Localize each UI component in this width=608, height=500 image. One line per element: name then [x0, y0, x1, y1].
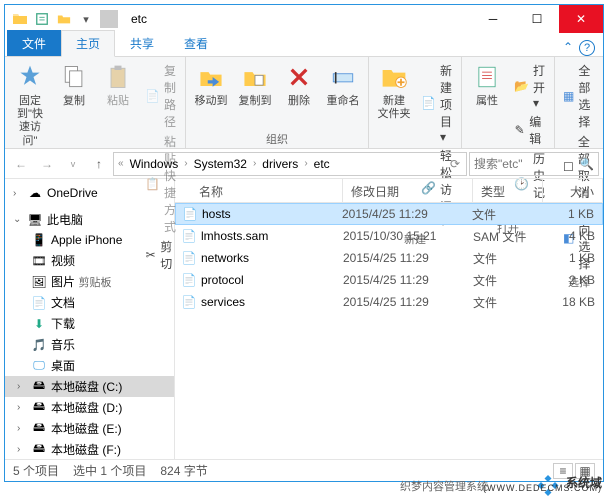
col-size[interactable]: 大小: [543, 179, 603, 202]
col-name[interactable]: 名称: [175, 179, 343, 202]
refresh-icon[interactable]: ⟳: [446, 157, 464, 171]
sidebar-item[interactable]: 📄文档: [5, 292, 174, 313]
file-size: 1 KB: [543, 251, 603, 265]
help-icon[interactable]: ?: [579, 40, 595, 56]
watermark-sub: 织梦内容管理系统: [400, 478, 488, 494]
ribbon-tabs: 文件 主页 共享 查看 ⌃ ?: [5, 33, 603, 57]
watermark: 系统域(WWW.DEDECMS.COM): [534, 468, 602, 496]
newitem-button[interactable]: 📄新建项目 ▾: [417, 61, 457, 145]
up-button[interactable]: ↑: [87, 152, 111, 176]
qat-properties-icon[interactable]: [33, 10, 51, 28]
file-row[interactable]: 📄 lmhosts.sam2015/10/30 15:21SAM 文件4 KB: [175, 225, 603, 247]
edit-button[interactable]: ✎编辑: [510, 112, 550, 148]
open-button[interactable]: 📂打开 ▾: [510, 61, 550, 111]
file-date: 2015/4/25 11:29: [342, 207, 472, 221]
sidebar-item[interactable]: 🖵桌面: [5, 355, 174, 376]
status-selected: 选中 1 个项目: [73, 462, 146, 479]
sidebar-item[interactable]: ›🖴本地磁盘 (E:): [5, 418, 174, 439]
file-type: 文件: [473, 272, 543, 289]
file-date: 2015/10/30 15:21: [343, 229, 473, 243]
paste-button[interactable]: 粘贴: [97, 59, 139, 110]
copy-button[interactable]: 复制: [53, 59, 95, 110]
file-type: SAM 文件: [473, 228, 543, 245]
sidebar-item[interactable]: ⬇下载: [5, 313, 174, 334]
file-date: 2015/4/25 11:29: [343, 251, 473, 265]
sidebar-item[interactable]: 🎵音乐: [5, 334, 174, 355]
status-count: 5 个项目: [13, 462, 59, 479]
copypath-button[interactable]: 📄复制路径: [141, 61, 181, 131]
sidebar-item[interactable]: ›🖴本地磁盘 (D:): [5, 397, 174, 418]
file-row[interactable]: 📄 protocol2015/4/25 11:29文件2 KB: [175, 269, 603, 291]
col-type[interactable]: 类型: [473, 179, 543, 202]
maximize-button[interactable]: ☐: [515, 5, 559, 33]
file-icon: 📄: [182, 206, 198, 222]
search-input[interactable]: 搜索"etc" 🔍: [469, 152, 599, 176]
search-icon: 🔍: [579, 157, 594, 171]
sidebar-item[interactable]: ›🖴本地磁盘 (C:): [5, 376, 174, 397]
file-icon: 📄: [181, 272, 197, 288]
breadcrumb-item[interactable]: etc: [310, 157, 334, 171]
file-row[interactable]: 📄 hosts2015/4/25 11:29文件1 KB: [175, 203, 603, 225]
close-button[interactable]: ✕: [559, 5, 603, 33]
tab-share[interactable]: 共享: [115, 30, 169, 56]
forward-button[interactable]: →: [35, 152, 59, 176]
file-row[interactable]: 📄 networks2015/4/25 11:29文件1 KB: [175, 247, 603, 269]
explorer-window: ▾ etc ─ ☐ ✕ 文件 主页 共享 查看 ⌃ ? 固定到"快 速访问" 复…: [4, 4, 604, 482]
file-icon: 📄: [181, 294, 197, 310]
file-row[interactable]: 📄 services2015/4/25 11:29文件18 KB: [175, 291, 603, 313]
file-size: 1 KB: [542, 207, 602, 221]
titlebar: ▾ etc ─ ☐ ✕: [5, 5, 603, 33]
file-type: 文件: [472, 206, 542, 223]
tab-file[interactable]: 文件: [7, 30, 61, 56]
pasteshortcut-button[interactable]: 📋粘贴快捷方式: [141, 132, 181, 236]
qat-customize-icon[interactable]: ▾: [77, 10, 95, 28]
file-name: protocol: [201, 273, 343, 287]
file-size: 4 KB: [543, 229, 603, 243]
file-name: networks: [201, 251, 343, 265]
group-organize: 组织: [190, 130, 364, 148]
minimize-button[interactable]: ─: [471, 5, 515, 33]
back-button[interactable]: ←: [9, 152, 33, 176]
sidebar-item[interactable]: ›🖴本地磁盘 (F:): [5, 439, 174, 459]
file-size: 2 KB: [543, 273, 603, 287]
breadcrumb-item[interactable]: drivers: [258, 157, 302, 171]
ribbon-collapse-icon[interactable]: ⌃: [563, 40, 573, 56]
breadcrumb-item[interactable]: System32: [190, 157, 251, 171]
moveto-button[interactable]: 移动到: [190, 59, 232, 110]
file-list: 名称 修改日期 类型 大小 📄hosts2015/4/25 11:29文件1 K…: [175, 179, 603, 459]
file-size: 18 KB: [543, 295, 603, 309]
sidebar-item[interactable]: 🖼图片: [5, 271, 174, 292]
address-bar: ← → v ↑ « Windows› System32› drivers› et…: [5, 149, 603, 179]
file-date: 2015/4/25 11:29: [343, 295, 473, 309]
tab-view[interactable]: 查看: [169, 30, 223, 56]
ribbon: 固定到"快 速访问" 复制 粘贴 📄复制路径 📋粘贴快捷方式 ✂剪切 剪贴板 移…: [5, 57, 603, 149]
file-date: 2015/4/25 11:29: [343, 273, 473, 287]
status-bar: 5 个项目 选中 1 个项目 824 字节 ≡ ▦: [5, 459, 603, 481]
tab-home[interactable]: 主页: [61, 30, 115, 57]
status-size: 824 字节: [160, 462, 207, 479]
file-type: 文件: [473, 250, 543, 267]
col-date[interactable]: 修改日期: [343, 179, 473, 202]
delete-button[interactable]: 删除: [278, 59, 320, 110]
sidebar-item[interactable]: 🎞视频: [5, 250, 174, 271]
file-name: lmhosts.sam: [201, 229, 343, 243]
pin-button[interactable]: 固定到"快 速访问": [9, 59, 51, 150]
recent-button[interactable]: v: [61, 152, 85, 176]
newfolder-button[interactable]: 新建 文件夹: [373, 59, 415, 123]
qat-newfolder-icon[interactable]: [55, 10, 73, 28]
folder-icon: [11, 10, 29, 28]
file-icon: 📄: [181, 250, 197, 266]
column-headers[interactable]: 名称 修改日期 类型 大小: [175, 179, 603, 203]
search-placeholder: 搜索"etc": [474, 155, 523, 172]
file-name: hosts: [202, 207, 342, 221]
file-icon: 📄: [181, 228, 197, 244]
selectall-button[interactable]: ▦全部选择: [559, 61, 599, 131]
file-type: 文件: [473, 294, 543, 311]
rename-button[interactable]: 重命名: [322, 59, 364, 110]
file-name: services: [201, 295, 343, 309]
copyto-button[interactable]: 复制到: [234, 59, 276, 110]
properties-button[interactable]: 属性: [466, 59, 508, 110]
window-title: etc: [125, 12, 147, 26]
